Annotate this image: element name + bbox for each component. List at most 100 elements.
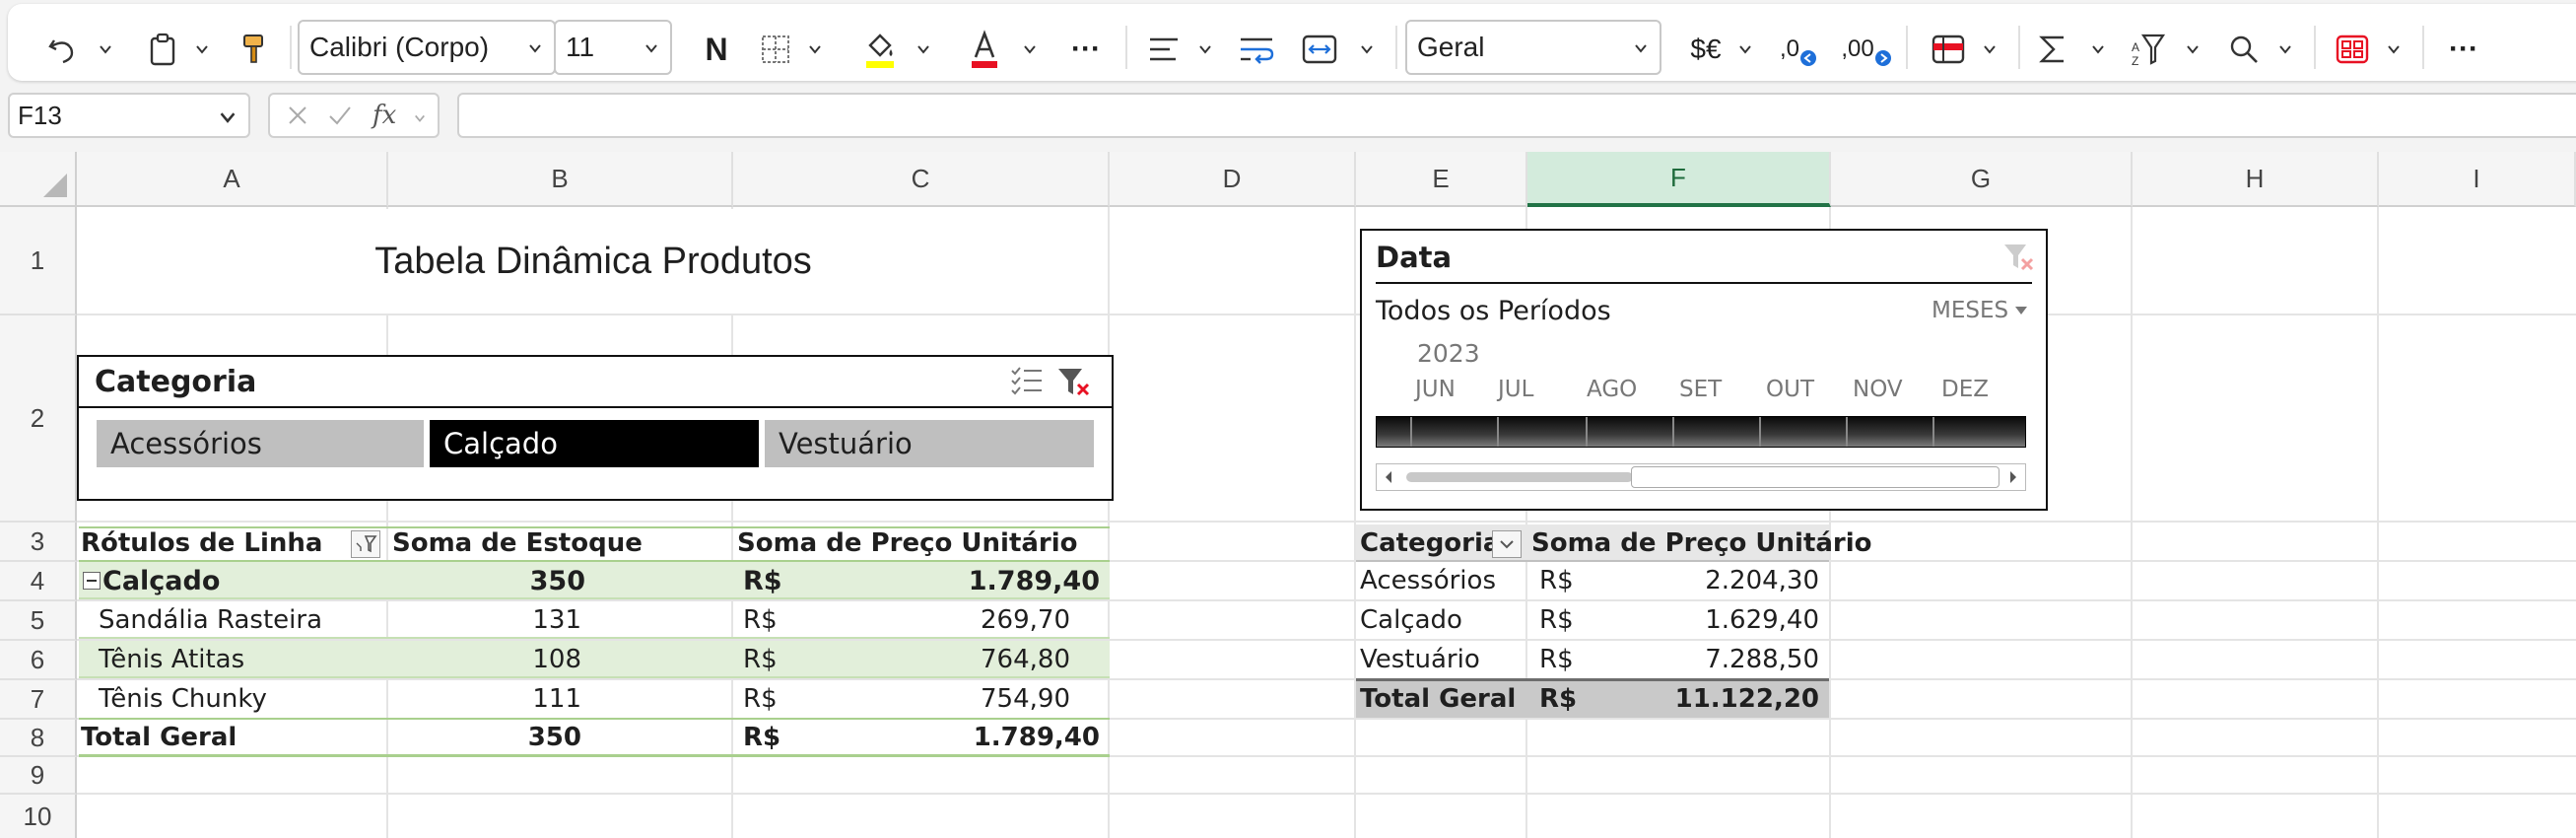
row-header-7[interactable]: 7 bbox=[0, 680, 77, 720]
multi-select-icon[interactable] bbox=[1009, 365, 1045, 398]
column-header-a[interactable]: A bbox=[77, 152, 388, 207]
paintbrush-icon bbox=[243, 35, 263, 63]
currency-dropdown[interactable] bbox=[1730, 22, 1760, 77]
row-header-4[interactable]: 4 bbox=[0, 562, 77, 601]
sort-filter-button[interactable]: AZ bbox=[2125, 22, 2174, 77]
borders-dropdown[interactable] bbox=[800, 22, 830, 77]
undo-button[interactable] bbox=[37, 22, 87, 77]
column-header-c[interactable]: C bbox=[733, 152, 1110, 207]
timeline-month-ago[interactable]: AGO bbox=[1587, 377, 1637, 402]
find-dropdown[interactable] bbox=[2271, 22, 2300, 77]
merge-dropdown[interactable] bbox=[1352, 22, 1382, 77]
timeline-month-out[interactable]: OUT bbox=[1766, 377, 1814, 402]
more-font-options-button[interactable]: ··· bbox=[1056, 22, 1116, 77]
add-ins-button[interactable] bbox=[2330, 22, 2375, 77]
timeline-header: Data bbox=[1376, 241, 1453, 274]
autosum-button[interactable] bbox=[2030, 22, 2075, 77]
select-all-corner[interactable] bbox=[0, 152, 77, 207]
timeline-month-dez[interactable]: DEZ bbox=[1941, 377, 1989, 402]
conditional-format-button[interactable] bbox=[1926, 22, 1971, 77]
clear-filter-icon[interactable] bbox=[2002, 241, 2036, 272]
font-size-value: 11 bbox=[566, 32, 595, 62]
align-button[interactable] bbox=[1141, 22, 1186, 77]
merge-center-button[interactable] bbox=[1297, 22, 1342, 77]
font-size-combobox[interactable]: 11 bbox=[554, 20, 672, 75]
insert-function-button[interactable]: fx bbox=[373, 101, 396, 130]
slicer-item-calcado[interactable]: Calçado bbox=[430, 420, 759, 467]
timeline-month-nov[interactable]: NOV bbox=[1853, 377, 1903, 402]
font-color-button[interactable] bbox=[962, 22, 1007, 77]
row-header-1[interactable]: 1 bbox=[0, 207, 77, 315]
increase-decimal-button[interactable]: ,0 bbox=[1774, 22, 1823, 77]
paint-bucket-icon bbox=[866, 34, 894, 68]
column-header-e[interactable]: E bbox=[1356, 152, 1527, 207]
fill-color-button[interactable] bbox=[857, 22, 903, 77]
row-labels-filter-button[interactable] bbox=[351, 530, 380, 558]
timeline-month-jun[interactable]: JUN bbox=[1415, 377, 1456, 402]
decrease-decimal-button[interactable]: ,00 bbox=[1837, 22, 1896, 77]
slicer-item-vestuario[interactable]: Vestuário bbox=[765, 420, 1094, 467]
column-header-g[interactable]: G bbox=[1831, 152, 2133, 207]
row-header-6[interactable]: 6 bbox=[0, 641, 77, 680]
row-header-5[interactable]: 5 bbox=[0, 601, 77, 641]
number-format-combobox[interactable]: Geral bbox=[1405, 20, 1661, 75]
borders-button[interactable] bbox=[753, 22, 798, 77]
category-slicer[interactable]: Categoria Acessórios Calçado Vestuário bbox=[77, 355, 1114, 501]
category-filter-button[interactable] bbox=[1492, 530, 1522, 558]
cell-styles-dropdown[interactable] bbox=[1975, 22, 2004, 77]
timeline-scrollbar[interactable] bbox=[1376, 463, 2026, 491]
font-name-combobox[interactable]: Calibri (Corpo) bbox=[298, 20, 556, 75]
scroll-right-icon[interactable] bbox=[2003, 464, 2023, 490]
row-header-3[interactable]: 3 bbox=[0, 523, 77, 562]
scroll-left-icon[interactable] bbox=[1379, 464, 1398, 490]
scroll-thumb[interactable] bbox=[1631, 466, 2000, 488]
paste-dropdown[interactable] bbox=[187, 22, 217, 77]
pivot2-row-price: 1.629,40 bbox=[1705, 605, 1819, 635]
separator bbox=[2422, 26, 2424, 69]
column-header-h[interactable]: H bbox=[2133, 152, 2379, 207]
column-header-b[interactable]: B bbox=[388, 152, 733, 207]
column-header-d[interactable]: D bbox=[1110, 152, 1356, 207]
font-color-dropdown[interactable] bbox=[1015, 22, 1045, 77]
autosum-dropdown[interactable] bbox=[2083, 22, 2113, 77]
timeline-month-jul[interactable]: JUL bbox=[1498, 377, 1533, 402]
pivot1-header-stock: Soma de Estoque bbox=[392, 528, 643, 558]
sheet-title: Tabela Dinâmica Produtos bbox=[374, 240, 812, 282]
row-header-10[interactable]: 10 bbox=[0, 795, 77, 838]
currency-format-button[interactable]: $€ bbox=[1683, 22, 1729, 77]
separator bbox=[2314, 26, 2316, 69]
wrap-text-button[interactable] bbox=[1234, 22, 1279, 77]
paste-button[interactable] bbox=[140, 22, 185, 77]
bold-button[interactable]: N bbox=[694, 22, 739, 77]
pivot2-row-price: 7.288,50 bbox=[1705, 645, 1819, 674]
timeline-month-set[interactable]: SET bbox=[1679, 377, 1722, 402]
chevron-down-icon bbox=[196, 45, 208, 54]
date-timeline[interactable]: Data Todos os Períodos MESES 2023 JUN JU… bbox=[1360, 229, 2048, 511]
check-icon[interactable] bbox=[327, 104, 353, 127]
timeline-bar[interactable] bbox=[1376, 416, 2026, 448]
fill-color-dropdown[interactable] bbox=[909, 22, 938, 77]
clear-filter-icon[interactable] bbox=[1056, 365, 1092, 398]
find-button[interactable] bbox=[2221, 22, 2267, 77]
add-ins-dropdown[interactable] bbox=[2379, 22, 2408, 77]
row-header-9[interactable]: 9 bbox=[0, 757, 77, 795]
column-header-f[interactable]: F bbox=[1527, 152, 1831, 207]
chevron-down-icon bbox=[1361, 45, 1373, 54]
sort-filter-dropdown[interactable] bbox=[2178, 22, 2207, 77]
row-header-2[interactable]: 2 bbox=[0, 315, 77, 523]
collapse-toggle[interactable] bbox=[83, 572, 101, 590]
more-options-button[interactable]: ··· bbox=[2434, 22, 2493, 77]
format-painter-button[interactable] bbox=[231, 22, 276, 77]
gridline bbox=[77, 521, 2576, 523]
column-header-i[interactable]: I bbox=[2379, 152, 2576, 207]
chevron-down-icon[interactable] bbox=[414, 112, 426, 124]
cancel-icon[interactable] bbox=[286, 104, 309, 127]
align-dropdown[interactable] bbox=[1190, 22, 1220, 77]
formula-input[interactable] bbox=[457, 93, 2576, 138]
svg-text:Z: Z bbox=[2132, 54, 2138, 67]
name-box[interactable]: F13 bbox=[8, 93, 250, 138]
row-header-8[interactable]: 8 bbox=[0, 720, 77, 757]
timeline-level-dropdown[interactable]: MESES bbox=[1932, 298, 2028, 323]
slicer-item-acessorios[interactable]: Acessórios bbox=[97, 420, 424, 467]
undo-dropdown[interactable] bbox=[91, 22, 120, 77]
